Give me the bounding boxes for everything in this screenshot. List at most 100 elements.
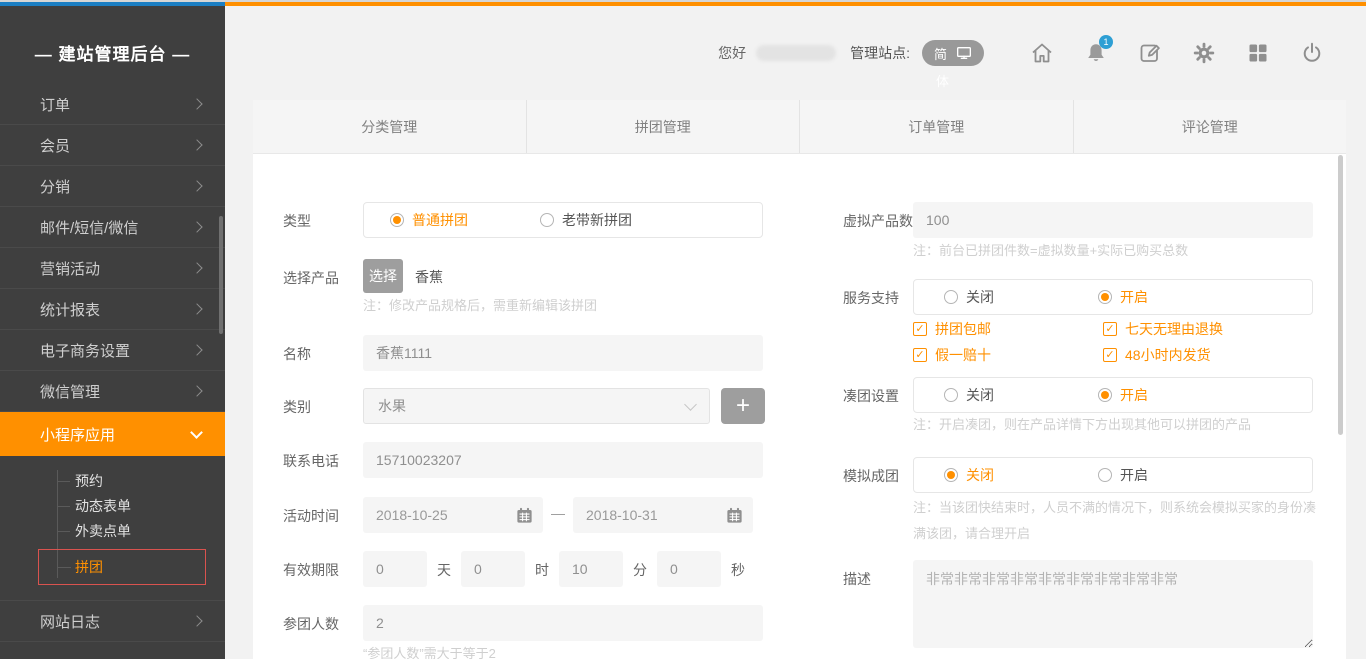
sidebar: — 建站管理后台 — 订单 会员 分销 邮件/短信/微信 营销活动 统计报表 电… bbox=[0, 6, 225, 659]
app-title: — 建站管理后台 — bbox=[0, 6, 225, 98]
category-row: 类别 水果 + bbox=[283, 388, 765, 424]
choose-product-button[interactable]: 选择 bbox=[363, 259, 403, 293]
chevron-right-icon bbox=[191, 98, 202, 109]
radio-simulate-off-label[interactable]: 关闭 bbox=[966, 465, 994, 485]
sidebar-scrollbar-thumb[interactable] bbox=[219, 216, 223, 334]
chevron-down-icon bbox=[190, 426, 203, 439]
radio-simulate-off[interactable] bbox=[944, 468, 958, 482]
checkbox-7day-return[interactable]: ✓ 七天无理由退换 bbox=[1103, 319, 1313, 339]
sidebar-item-site-log[interactable]: 网站日志 bbox=[0, 601, 225, 642]
submenu-item-groupbuy-highlight[interactable]: 拼团 bbox=[38, 549, 206, 585]
radio-simulate-on[interactable] bbox=[1098, 468, 1112, 482]
checkbox-checked-icon: ✓ bbox=[1103, 322, 1117, 336]
sidebar-item-mail-sms-wechat[interactable]: 邮件/短信/微信 bbox=[0, 207, 225, 248]
selected-product-name: 香蕉 bbox=[415, 259, 443, 293]
radio-gather-on[interactable] bbox=[1098, 388, 1112, 402]
phone-input[interactable] bbox=[363, 442, 763, 478]
submenu-item-booking[interactable]: 预约 bbox=[0, 469, 225, 494]
panel-scrollbar-thumb[interactable] bbox=[1338, 155, 1343, 435]
validity-days-unit: 天 bbox=[437, 551, 451, 580]
tab-order-management[interactable]: 订单管理 bbox=[799, 100, 1073, 153]
sidebar-item-distribution[interactable]: 分销 bbox=[0, 166, 225, 207]
submenu-item-dynamic-form[interactable]: 动态表单 bbox=[0, 494, 225, 519]
sidebar-item-miniprogram-apps[interactable]: 小程序应用 bbox=[0, 412, 225, 456]
radio-gather-on-label[interactable]: 开启 bbox=[1120, 385, 1148, 405]
tab-category-management[interactable]: 分类管理 bbox=[253, 100, 526, 153]
phone-row: 联系电话 bbox=[283, 442, 763, 478]
notification-badge: 1 bbox=[1099, 35, 1113, 49]
start-date-input[interactable]: 2018-10-25 bbox=[363, 497, 543, 533]
people-input[interactable] bbox=[363, 605, 763, 641]
sidebar-item-members[interactable]: 会员 bbox=[0, 125, 225, 166]
sidebar-item-orders-clipped[interactable]: 订单 bbox=[0, 98, 225, 125]
radio-normal-groupbuy[interactable] bbox=[390, 213, 404, 227]
checkbox-checked-icon: ✓ bbox=[913, 322, 927, 336]
virtual-count-note: 注：前台已拼团件数=虚拟数量+实际已购买总数 bbox=[913, 241, 1188, 261]
simulate-group-label: 模拟成团 bbox=[843, 457, 913, 486]
content-panel: 分类管理 拼团管理 订单管理 评论管理 类型 普通拼团 老带新拼团 选择产品 选… bbox=[253, 100, 1346, 659]
gather-setting-label: 凑团设置 bbox=[843, 377, 913, 406]
groupbuy-edit-form: 类型 普通拼团 老带新拼团 选择产品 选择 香蕉 注：修改产品规格后，需重新编辑… bbox=[253, 153, 1346, 659]
name-input[interactable] bbox=[363, 335, 763, 371]
checkbox-fake-one-pay-ten[interactable]: ✓ 假一赔十 bbox=[913, 345, 1103, 365]
activity-time-row: 活动时间 2018-10-25 — 2018-10-31 bbox=[283, 497, 753, 533]
virtual-count-input[interactable] bbox=[913, 202, 1313, 238]
service-support-radio-group: 关闭 开启 bbox=[913, 279, 1313, 315]
validity-seconds-unit: 秒 bbox=[731, 551, 745, 580]
language-toggle[interactable]: 简 bbox=[922, 40, 984, 66]
add-category-button[interactable]: + bbox=[721, 388, 765, 424]
chevron-down-icon bbox=[684, 398, 697, 411]
name-row: 名称 bbox=[283, 335, 763, 371]
radio-service-off[interactable] bbox=[944, 290, 958, 304]
radio-service-on[interactable] bbox=[1098, 290, 1112, 304]
tab-groupbuy-management[interactable]: 拼团管理 bbox=[526, 100, 800, 153]
checkbox-free-shipping[interactable]: ✓ 拼团包邮 bbox=[913, 319, 1103, 339]
phone-label: 联系电话 bbox=[283, 442, 363, 471]
power-icon[interactable] bbox=[1300, 41, 1324, 65]
product-row: 选择产品 选择 香蕉 bbox=[283, 259, 443, 293]
radio-old-new-groupbuy[interactable] bbox=[540, 213, 554, 227]
radio-service-on-label[interactable]: 开启 bbox=[1120, 287, 1148, 307]
end-date-input[interactable]: 2018-10-31 bbox=[573, 497, 753, 533]
type-row: 类型 普通拼团 老带新拼团 bbox=[283, 202, 763, 238]
virtual-count-label: 虚拟产品数 bbox=[843, 202, 913, 231]
home-icon[interactable] bbox=[1030, 41, 1054, 65]
checkbox-48h-shipping[interactable]: ✓ 48小时内发货 bbox=[1103, 345, 1313, 365]
simulate-group-row: 模拟成团 关闭 开启 bbox=[843, 457, 1313, 493]
description-textarea[interactable]: 非常非常非常非常非常非常非常非常非常 bbox=[913, 560, 1313, 648]
sidebar-item-marketing[interactable]: 营销活动 bbox=[0, 248, 225, 289]
radio-service-off-label[interactable]: 关闭 bbox=[966, 287, 994, 307]
validity-hours-input[interactable] bbox=[461, 551, 525, 587]
chevron-right-icon bbox=[191, 262, 202, 273]
validity-minutes-input[interactable] bbox=[559, 551, 623, 587]
end-date-value: 2018-10-31 bbox=[586, 507, 658, 523]
tab-review-management[interactable]: 评论管理 bbox=[1073, 100, 1347, 153]
grid-icon[interactable] bbox=[1246, 41, 1270, 65]
bell-icon[interactable]: 1 bbox=[1084, 41, 1108, 65]
simulate-radio-group: 关闭 开启 bbox=[913, 457, 1313, 493]
greeting-text: 您好 bbox=[718, 43, 746, 63]
sidebar-item-wechat-management[interactable]: 微信管理 bbox=[0, 371, 225, 412]
validity-days-input[interactable] bbox=[363, 551, 427, 587]
sidebar-item-reports[interactable]: 统计报表 bbox=[0, 289, 225, 330]
sidebar-menu: 订单 会员 分销 邮件/短信/微信 营销活动 统计报表 电子商务设置 微信管理 … bbox=[0, 98, 225, 659]
name-label: 名称 bbox=[283, 335, 363, 364]
radio-normal-groupbuy-label[interactable]: 普通拼团 bbox=[412, 210, 468, 230]
radio-simulate-on-label[interactable]: 开启 bbox=[1120, 465, 1148, 485]
chevron-right-icon bbox=[191, 221, 202, 232]
category-select[interactable]: 水果 bbox=[363, 388, 710, 424]
product-label: 选择产品 bbox=[283, 259, 363, 288]
gather-note: 注：开启凑团，则在产品详情下方出现其他可以拼团的产品 bbox=[913, 415, 1333, 435]
sidebar-item-ecommerce-settings[interactable]: 电子商务设置 bbox=[0, 330, 225, 371]
submenu-item-takeout-order[interactable]: 外卖点单 bbox=[0, 519, 225, 544]
type-radio-group: 普通拼团 老带新拼团 bbox=[363, 202, 763, 238]
people-row: 参团人数 bbox=[283, 605, 763, 641]
edit-icon[interactable] bbox=[1138, 41, 1162, 65]
gear-icon[interactable] bbox=[1192, 41, 1216, 65]
service-support-label: 服务支持 bbox=[843, 279, 913, 308]
radio-gather-off-label[interactable]: 关闭 bbox=[966, 385, 994, 405]
radio-gather-off[interactable] bbox=[944, 388, 958, 402]
description-label: 描述 bbox=[843, 560, 913, 589]
radio-old-new-groupbuy-label[interactable]: 老带新拼团 bbox=[562, 210, 632, 230]
validity-seconds-input[interactable] bbox=[657, 551, 721, 587]
